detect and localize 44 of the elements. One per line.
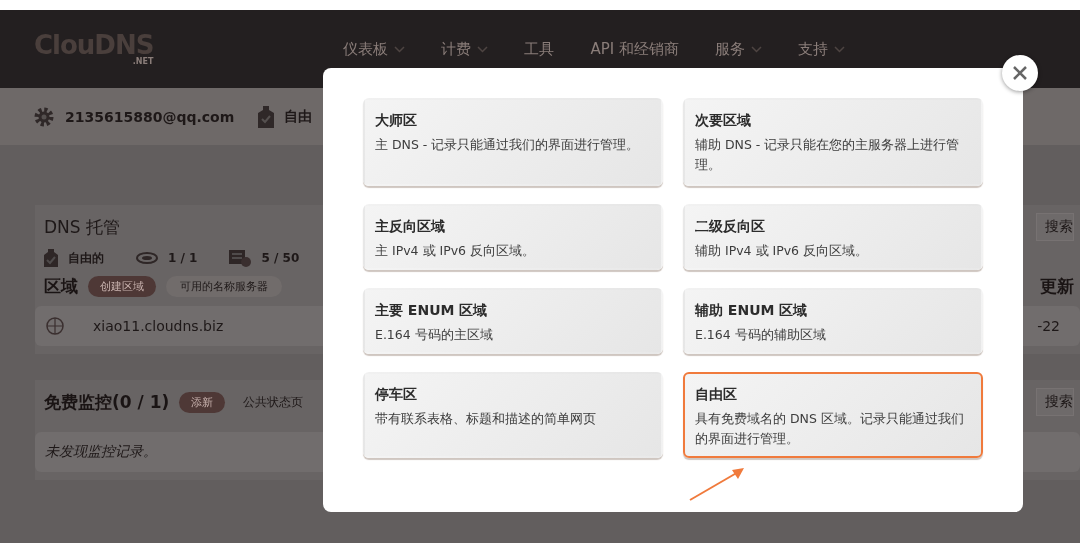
- nav-menu-item[interactable]: 工具: [524, 39, 555, 59]
- chevron-down-icon: [477, 45, 489, 53]
- chevron-down-icon: [750, 45, 762, 53]
- stat-value: 1 / 1: [168, 251, 198, 265]
- zone-type-option[interactable]: 自由区 具有免费域名的 DNS 区域。记录只能通过我们的界面进行管理。: [683, 372, 983, 458]
- gear-icon[interactable]: [33, 105, 55, 128]
- zone-type-option[interactable]: 次要区域 辅助 DNS - 记录只能在您的主服务器上进行管理。: [683, 98, 983, 186]
- zone-type-option[interactable]: 二级反向区 辅助 IPv4 或 IPv6 反向区域。: [683, 204, 983, 270]
- section-title: 免费监控(0 / 1): [44, 390, 170, 414]
- tag-check-icon: [44, 249, 58, 267]
- status-page-link[interactable]: 公共状态页: [243, 393, 304, 411]
- server-icon: [229, 249, 252, 267]
- zone-date: -22: [1037, 318, 1060, 334]
- chevron-down-icon: [833, 45, 845, 53]
- zone-type-option[interactable]: 停车区 带有联系表格、标题和描述的简单网页: [363, 372, 663, 458]
- nav-menu-item[interactable]: 仪表板: [343, 39, 406, 59]
- column-header: 更新: [1040, 275, 1074, 298]
- create-zone-button[interactable]: 创建区域: [88, 276, 156, 297]
- tag-check-icon: [258, 105, 275, 128]
- globe-icon: [45, 316, 65, 336]
- zone-type-option[interactable]: 大师区 主 DNS - 记录只能通过我们的界面进行管理。: [363, 98, 663, 186]
- stat-value: 自由的: [68, 249, 104, 267]
- account-email: 2135615880@qq.com: [65, 108, 235, 125]
- zone-type-option[interactable]: 主要 ENUM 区域 E.164 号码的主区域: [363, 288, 663, 354]
- plan-label: 自由: [284, 107, 313, 126]
- chevron-down-icon: [394, 45, 406, 53]
- nav-menu-item[interactable]: 服务: [714, 39, 762, 59]
- search-field[interactable]: 搜索: [1036, 388, 1074, 416]
- disc-icon: [136, 252, 158, 264]
- search-field[interactable]: 搜索: [1036, 213, 1074, 241]
- zones-heading: 区域: [44, 275, 78, 298]
- add-button[interactable]: 添新: [179, 391, 226, 413]
- nav-menu-item[interactable]: API 和经销商: [590, 39, 679, 59]
- zone-name: xiao11.cloudns.biz: [93, 318, 224, 334]
- stat-value: 5 / 50: [261, 251, 300, 265]
- zone-type-option[interactable]: 主反向区域 主 IPv4 或 IPv6 反向区域。: [363, 204, 663, 270]
- close-icon: [1013, 66, 1027, 80]
- pointer-arrow: [688, 466, 746, 502]
- nav-menu-item[interactable]: 计费: [441, 39, 489, 59]
- zone-type-option[interactable]: 辅助 ENUM 区域 E.164 号码的辅助区域: [683, 288, 983, 354]
- nameservers-button[interactable]: 可用的名称服务器: [166, 276, 282, 297]
- nav-menu-item[interactable]: 支持: [797, 39, 845, 59]
- section-title: DNS 托管: [44, 215, 120, 239]
- empty-message: 未发现监控记录。: [45, 443, 157, 461]
